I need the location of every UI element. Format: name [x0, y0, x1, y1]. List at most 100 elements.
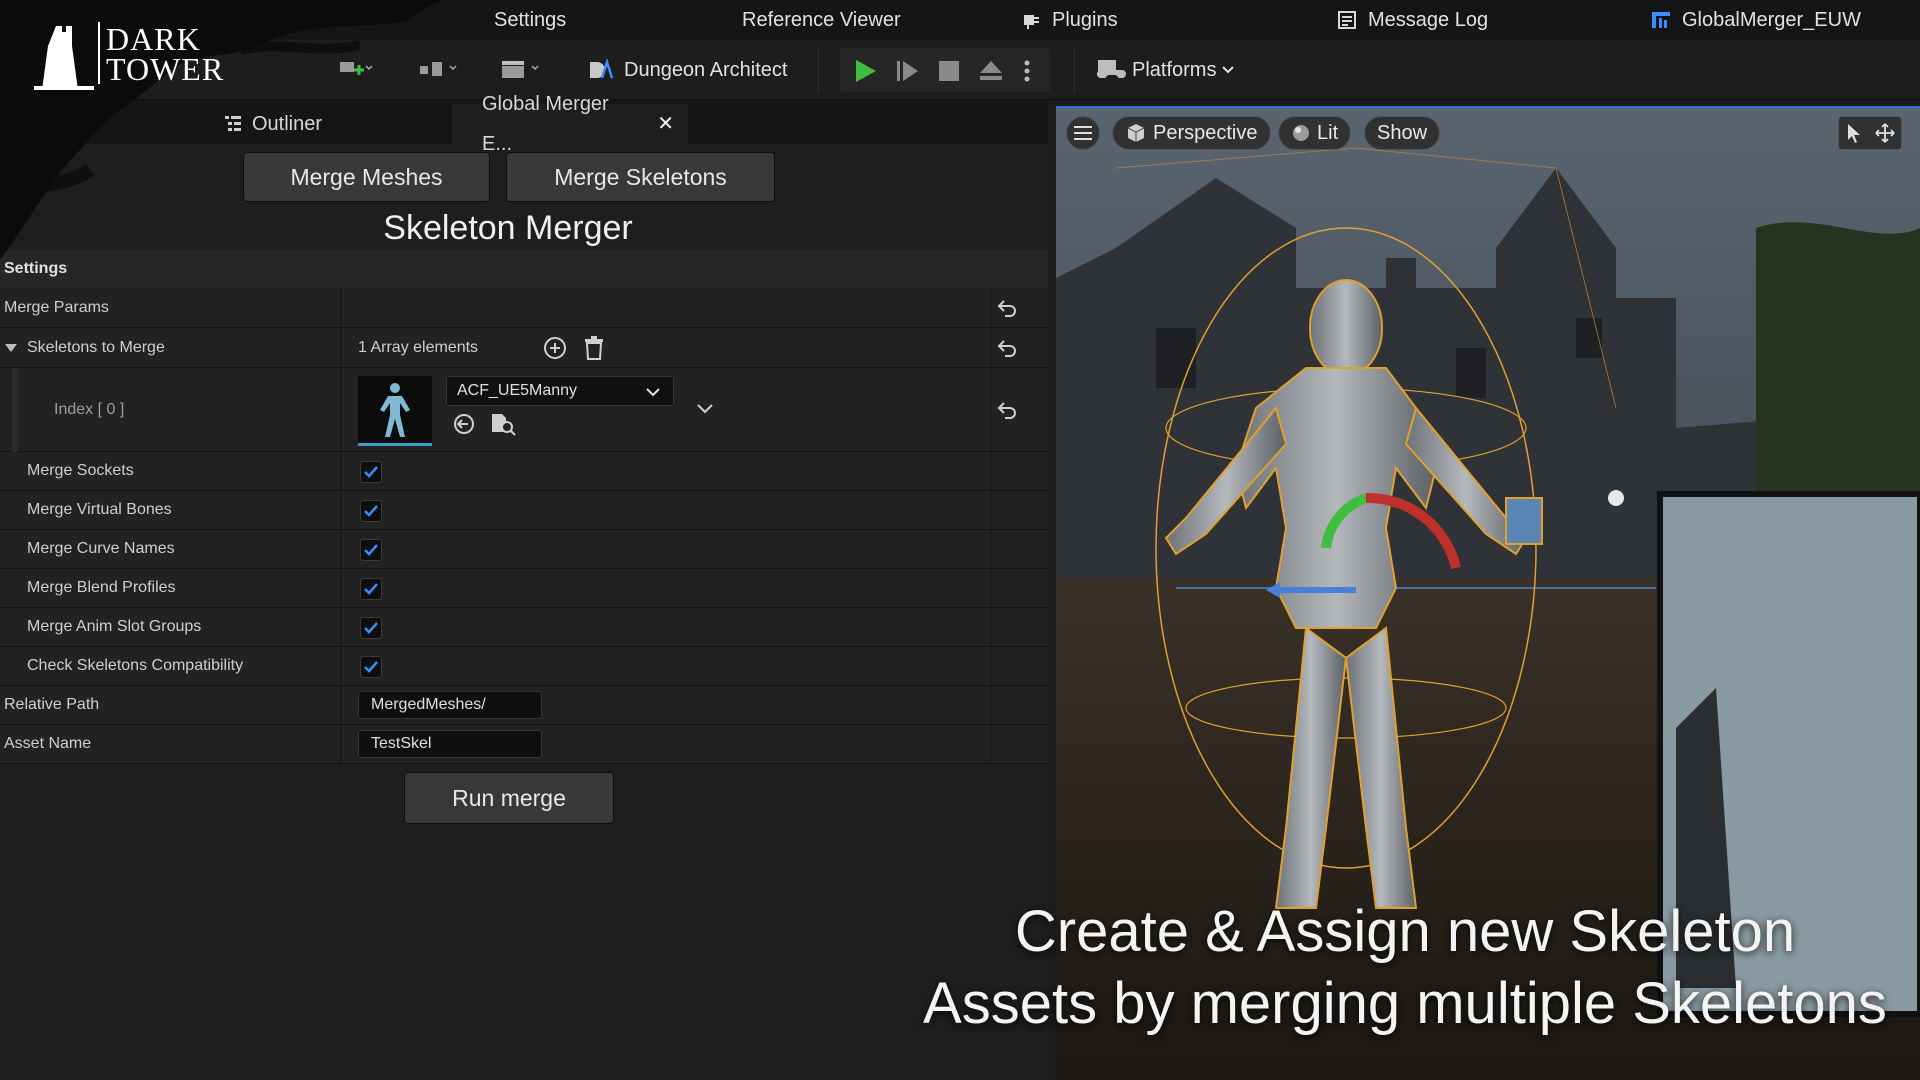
menu-project[interactable]: GlobalMerger_EUW	[1650, 0, 1861, 40]
merge-sockets-row: Merge Sockets	[0, 452, 1048, 491]
merge-virtual-bones-row: Merge Virtual Bones	[0, 491, 1048, 530]
menu-message-log[interactable]: Message Log	[1336, 0, 1488, 40]
merge-curve-names-checkbox[interactable]	[360, 539, 382, 561]
reset-icon[interactable]	[996, 399, 1018, 421]
merge-anim-slot-groups-row: Merge Anim Slot Groups	[0, 608, 1048, 647]
blueprint-button[interactable]	[416, 50, 460, 90]
advance-frame-icon[interactable]	[894, 58, 920, 84]
skeleton-asset-dropdown[interactable]: ACF_UE5Manny	[446, 376, 674, 406]
plug-icon	[1024, 15, 1039, 29]
checkmark-icon	[364, 661, 378, 673]
menu-settings[interactable]: Settings	[494, 0, 566, 40]
reset-icon[interactable]	[996, 337, 1018, 359]
clapperboard-icon	[502, 61, 539, 78]
merge-curve-names-label: Merge Curve Names	[27, 540, 175, 557]
transform-tools	[1838, 116, 1902, 150]
panel-tabs: Outliner Global Merger E... ✕	[0, 93, 1048, 155]
merge-anim-slot-groups-label: Merge Anim Slot Groups	[27, 618, 202, 635]
gamepad-icon	[1096, 60, 1126, 79]
cube-icon	[1127, 124, 1145, 142]
play-icon[interactable]	[852, 58, 878, 84]
play-controls	[840, 48, 1050, 92]
menu-reference-viewer[interactable]: Reference Viewer	[742, 0, 901, 40]
merge-blend-profiles-row: Merge Blend Profiles	[0, 569, 1048, 608]
stop-icon[interactable]	[936, 58, 962, 84]
settings-section-header[interactable]: Settings	[0, 250, 1048, 288]
merge-skeletons-button[interactable]: Merge Skeletons	[506, 152, 775, 202]
expand-arrow-icon[interactable]	[4, 342, 18, 354]
add-element-icon[interactable]	[543, 336, 567, 360]
menu-bar: Settings Reference Viewer Plugins Messag…	[0, 0, 1920, 40]
add-actor-button[interactable]	[336, 50, 376, 90]
blueprint-icon	[420, 62, 457, 76]
editor-window: Settings Reference Viewer Plugins Messag…	[0, 0, 1920, 1080]
trash-icon[interactable]	[583, 336, 605, 360]
browse-asset-icon[interactable]	[490, 412, 516, 436]
merge-sockets-checkbox[interactable]	[360, 461, 382, 483]
array-element-row: Index [ 0 ] ACF_UE5Manny	[0, 368, 1048, 452]
details-panel: Outliner Global Merger E... ✕ Merge Mesh…	[0, 93, 1048, 1080]
skeleton-figure-icon	[380, 383, 410, 437]
caption-line-2: Assets by merging multiple Skeletons	[923, 971, 1887, 1036]
chevron-down-icon	[646, 388, 660, 397]
caption-line-1: Create & Assign new Skeleton	[1014, 899, 1796, 964]
close-icon[interactable]: ✕	[657, 104, 674, 144]
check-compatibility-label: Check Skeletons Compatibility	[27, 657, 244, 674]
merge-virtual-bones-checkbox[interactable]	[360, 500, 382, 522]
select-cursor-icon[interactable]	[1845, 123, 1863, 143]
skeletons-to-merge-label: Skeletons to Merge	[27, 338, 165, 356]
relative-path-row: Relative Path MergedMeshes/	[0, 686, 1048, 725]
merge-blend-profiles-checkbox[interactable]	[360, 578, 382, 600]
main-toolbar: Dungeon Architect Platforms	[0, 40, 1920, 100]
relative-path-input[interactable]: MergedMeshes/	[358, 691, 542, 719]
hamburger-icon	[1074, 126, 1092, 140]
tower-logo-icon	[34, 26, 94, 90]
skeletons-to-merge-row: Skeletons to Merge 1 Array elements	[0, 328, 1048, 368]
eject-icon[interactable]	[978, 58, 1004, 84]
asset-name-label: Asset Name	[4, 735, 92, 752]
check-compatibility-row: Check Skeletons Compatibility	[0, 647, 1048, 686]
project-icon	[1652, 12, 1670, 28]
move-tool-icon[interactable]	[1875, 123, 1895, 143]
run-merge-button[interactable]: Run merge	[404, 772, 614, 824]
checkmark-icon	[364, 466, 378, 478]
reset-icon[interactable]	[996, 297, 1018, 319]
lit-button[interactable]: Lit	[1278, 116, 1352, 150]
checkmark-icon	[364, 544, 378, 556]
show-button[interactable]: Show	[1364, 116, 1441, 150]
checkmark-icon	[364, 583, 378, 595]
merge-params-label: Merge Params	[4, 298, 109, 316]
platforms-button[interactable]: Platforms	[1096, 50, 1236, 90]
more-options-icon[interactable]	[1020, 58, 1034, 84]
skeleton-thumbnail[interactable]	[358, 376, 432, 446]
tab-global-merger[interactable]: Global Merger E... ✕	[452, 93, 688, 155]
use-selected-icon[interactable]	[452, 412, 476, 436]
add-actor-icon	[340, 62, 373, 75]
merge-meshes-button[interactable]: Merge Meshes	[243, 152, 490, 202]
viewport-menu-button[interactable]	[1066, 116, 1100, 150]
outliner-icon	[225, 116, 241, 131]
merge-sockets-label: Merge Sockets	[27, 462, 134, 479]
asset-name-input[interactable]: TestSkel	[358, 730, 542, 758]
dungeon-architect-icon	[590, 59, 614, 79]
asset-name-row: Asset Name TestSkel	[0, 725, 1048, 764]
menu-plugins[interactable]: Plugins	[1020, 0, 1118, 40]
checkmark-icon	[364, 622, 378, 634]
check-compatibility-checkbox[interactable]	[360, 656, 382, 678]
merge-virtual-bones-label: Merge Virtual Bones	[27, 501, 172, 518]
message-log-icon	[1338, 11, 1356, 29]
perspective-button[interactable]: Perspective	[1112, 116, 1271, 150]
chevron-down-icon	[1222, 66, 1235, 74]
expand-chevron-icon[interactable]	[696, 402, 714, 416]
checkmark-icon	[364, 505, 378, 517]
tab-outliner[interactable]: Outliner	[210, 104, 336, 144]
dark-tower-logo: DARK TOWER	[34, 22, 244, 97]
array-count: 1 Array elements	[358, 338, 479, 356]
lit-sphere-icon	[1293, 125, 1309, 141]
merge-anim-slot-groups-checkbox[interactable]	[360, 617, 382, 639]
merge-curve-names-row: Merge Curve Names	[0, 530, 1048, 569]
panel-title: Skeleton Merger	[383, 209, 633, 247]
index-label: Index [ 0 ]	[54, 400, 125, 418]
relative-path-label: Relative Path	[4, 696, 100, 713]
merge-params-row: Merge Params	[0, 288, 1048, 328]
